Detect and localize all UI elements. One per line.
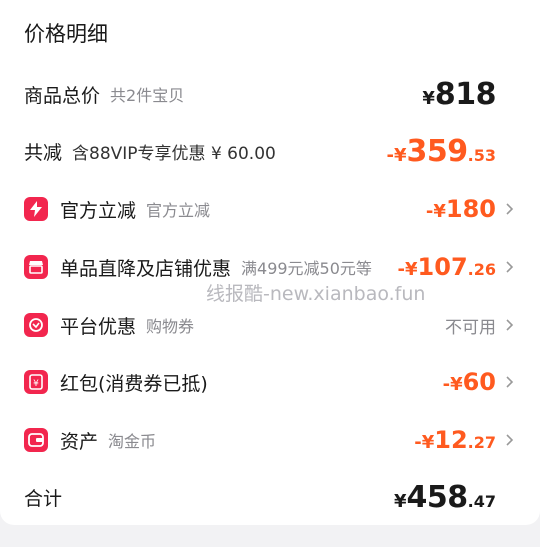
lightning-icon — [24, 197, 48, 221]
total-reduce-value: -¥ 359 .53 — [387, 134, 496, 169]
assets-sub: 淘金币 — [108, 432, 157, 451]
shop-icon — [24, 255, 48, 279]
row-platform-discount[interactable]: 平台优惠 购物券 不可用 — [0, 305, 540, 345]
sum-int: 458 — [406, 479, 469, 515]
minus-currency: -¥ — [414, 432, 435, 453]
red-packet-value: -¥ 60 — [443, 368, 496, 396]
red-packet-int: 60 — [462, 368, 496, 396]
minus-currency: -¥ — [386, 144, 407, 166]
sum-label: 合计 — [24, 487, 63, 510]
row-goods-total: 商品总价 共2件宝贝 ¥ 818 — [0, 74, 540, 114]
store-discount-int: 107 — [417, 253, 468, 281]
currency-symbol: ¥ — [394, 490, 407, 512]
total-reduce-int: 359 — [406, 133, 469, 169]
page-title: 价格明细 — [24, 22, 108, 46]
goods-total-count: 共2件宝贝 — [110, 86, 185, 105]
assets-value: -¥ 12 .27 — [414, 426, 496, 454]
store-discount-sub: 满499元减50元等 — [241, 259, 372, 278]
official-discount-value: -¥ 180 — [426, 195, 496, 223]
coupon-icon — [24, 313, 48, 337]
assets-dec: .27 — [467, 433, 496, 452]
total-reduce-dec: .53 — [467, 145, 496, 165]
chevron-right-icon — [506, 376, 514, 388]
currency-symbol: ¥ — [422, 87, 435, 109]
store-discount-label: 单品直降及店铺优惠 — [60, 257, 232, 280]
minus-currency: -¥ — [442, 374, 463, 395]
row-sum: 合计 ¥ 458 .47 — [0, 477, 540, 517]
official-discount-sub: 官方立减 — [146, 201, 211, 220]
row-official-discount[interactable]: 官方立减 官方立减 -¥ 180 — [0, 189, 540, 229]
vip-discount-note: 含88VIP专享优惠 ¥ 60.00 — [72, 143, 276, 164]
goods-total-value: ¥ 818 — [422, 77, 496, 112]
sum-dec: .47 — [467, 491, 496, 511]
minus-currency: -¥ — [425, 201, 446, 222]
watermark: 线报酷-new.xianbao.fun — [206, 283, 426, 305]
price-detail-card: 价格明细 商品总价 共2件宝贝 ¥ 818 共减 含88VIP专享优惠 ¥ 60… — [0, 0, 540, 525]
row-total-reduce: 共减 含88VIP专享优惠 ¥ 60.00 -¥ 359 .53 — [0, 131, 540, 171]
assets-label: 资产 — [60, 430, 99, 453]
chevron-right-icon — [506, 261, 514, 273]
red-packet-icon: ¥ — [24, 370, 48, 394]
official-discount-int: 180 — [445, 195, 496, 223]
red-packet-label: 红包(消费券已抵) — [60, 372, 208, 395]
chevron-right-icon — [506, 203, 514, 215]
platform-discount-label: 平台优惠 — [60, 315, 137, 338]
goods-total-label: 商品总价 — [24, 84, 101, 107]
total-reduce-label: 共减 — [24, 141, 63, 164]
platform-discount-sub: 购物券 — [146, 317, 195, 336]
minus-currency: -¥ — [397, 259, 418, 280]
row-red-packet[interactable]: ¥ 红包(消费券已抵) -¥ 60 — [0, 362, 540, 402]
row-assets[interactable]: 资产 淘金币 -¥ 12 .27 — [0, 420, 540, 460]
goods-total-amount: 818 — [434, 76, 497, 112]
unavailable-text: 不可用 — [445, 317, 496, 338]
assets-int: 12 — [434, 426, 468, 454]
chevron-right-icon — [506, 434, 514, 446]
store-discount-dec: .26 — [467, 260, 496, 279]
platform-discount-value: 不可用 — [445, 313, 496, 338]
wallet-icon — [24, 428, 48, 452]
official-discount-label: 官方立减 — [60, 199, 137, 222]
sum-value: ¥ 458 .47 — [394, 480, 496, 515]
store-discount-value: -¥ 107 .26 — [398, 253, 496, 281]
svg-text:¥: ¥ — [33, 379, 39, 389]
chevron-right-icon — [506, 319, 514, 331]
